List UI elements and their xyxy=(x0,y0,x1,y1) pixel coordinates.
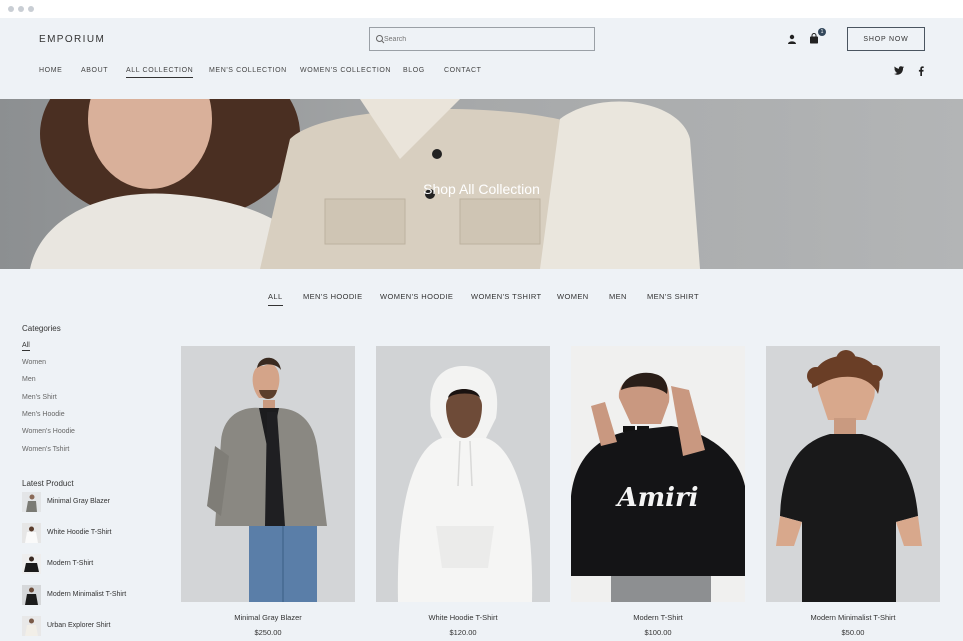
window-dot xyxy=(8,6,14,12)
latest-product-item[interactable]: Modern T-Shirt xyxy=(22,554,172,574)
product-image[interactable]: Amiri xyxy=(571,346,745,602)
product-image[interactable] xyxy=(766,346,940,602)
product-card[interactable]: Amiri Modern T-Shirt $100.00 xyxy=(571,346,745,637)
category-womens-tshirt[interactable]: Women's Tshirt xyxy=(22,446,69,453)
site-logo[interactable]: EMPORIUM xyxy=(39,34,105,45)
category-all[interactable]: All xyxy=(22,342,30,351)
product-card[interactable]: White Hoodie T-Shirt $120.00 xyxy=(376,346,550,637)
category-mens-hoodie[interactable]: Men's Hoodie xyxy=(22,411,65,418)
window-dot xyxy=(28,6,34,12)
product-thumbnail xyxy=(22,492,41,512)
product-card[interactable]: Minimal Gray Blazer $250.00 xyxy=(181,346,355,637)
nav-home[interactable]: HOME xyxy=(39,67,62,74)
product-price: $100.00 xyxy=(644,628,672,637)
product-thumbnail xyxy=(22,554,41,574)
category-womens-hoodie[interactable]: Women's Hoodie xyxy=(22,428,75,435)
hero-banner: Shop All Collection xyxy=(0,99,963,269)
category-mens-shirt[interactable]: Men's Shirt xyxy=(22,394,57,401)
product-price: $120.00 xyxy=(449,628,477,637)
filter-mens-shirt[interactable]: MEN'S SHIRT xyxy=(647,292,699,301)
site-header: EMPORIUM 1 SHOP NOW HOME ABOUT ALL COLLE… xyxy=(0,18,963,99)
nav-blog[interactable]: BLOG xyxy=(403,67,425,74)
product-image[interactable] xyxy=(181,346,355,602)
filter-mens-hoodie[interactable]: MEN'S HOODIE xyxy=(303,292,363,301)
product-price: $250.00 xyxy=(254,628,282,637)
product-thumbnail xyxy=(22,585,41,605)
product-name[interactable]: Modern Minimalist T-Shirt xyxy=(766,613,940,622)
latest-product-item[interactable]: Minimal Gray Blazer xyxy=(22,492,172,512)
nav-contact[interactable]: CONTACT xyxy=(444,67,482,74)
search-box[interactable] xyxy=(369,27,595,51)
window-dot xyxy=(18,6,24,12)
category-men[interactable]: Men xyxy=(22,376,36,383)
hero-title: Shop All Collection xyxy=(423,181,540,197)
sidebar: Categories All Women Men Men's Shirt Men… xyxy=(22,324,172,636)
latest-product-name: White Hoodie T-Shirt xyxy=(47,529,112,536)
twitter-icon[interactable] xyxy=(894,66,904,75)
latest-product-item[interactable]: White Hoodie T-Shirt xyxy=(22,523,172,543)
filter-women[interactable]: WOMEN xyxy=(557,292,589,301)
filter-men[interactable]: MEN xyxy=(609,292,627,301)
product-thumbnail xyxy=(22,523,41,543)
filter-womens-tshirt[interactable]: WOMEN'S TSHIRT xyxy=(471,292,542,301)
search-input[interactable] xyxy=(384,30,589,48)
facebook-icon[interactable] xyxy=(918,66,924,76)
product-name[interactable]: Minimal Gray Blazer xyxy=(181,613,355,622)
window-chrome xyxy=(0,0,963,18)
shopping-bag-icon[interactable] xyxy=(809,33,819,44)
nav-about[interactable]: ABOUT xyxy=(81,67,108,74)
product-image[interactable] xyxy=(376,346,550,602)
product-name[interactable]: Modern T-Shirt xyxy=(571,613,745,622)
latest-product-heading: Latest Product xyxy=(22,479,74,488)
latest-product-name: Urban Explorer Shirt xyxy=(47,622,111,629)
filter-womens-hoodie[interactable]: WOMEN'S HOODIE xyxy=(380,292,453,301)
cart-count-badge: 1 xyxy=(818,28,826,36)
latest-product-name: Minimal Gray Blazer xyxy=(47,498,111,505)
category-women[interactable]: Women xyxy=(22,359,46,366)
user-icon[interactable] xyxy=(787,34,797,44)
latest-product-name: Modern T-Shirt xyxy=(47,560,94,567)
filter-all[interactable]: ALL xyxy=(268,292,283,306)
nav-womens-collection[interactable]: WOMEN'S COLLECTION xyxy=(300,67,391,74)
product-thumbnail xyxy=(22,616,41,636)
latest-product-item[interactable]: Urban Explorer Shirt xyxy=(22,616,172,636)
shop-now-button[interactable]: SHOP NOW xyxy=(847,27,925,51)
nav-mens-collection[interactable]: MEN'S COLLECTION xyxy=(209,67,287,74)
categories-heading: Categories xyxy=(22,324,61,333)
product-name[interactable]: White Hoodie T-Shirt xyxy=(376,613,550,622)
product-card[interactable]: Modern Minimalist T-Shirt $50.00 xyxy=(766,346,940,637)
collection-filter-tabs: ALL MEN'S HOODIE WOMEN'S HOODIE WOMEN'S … xyxy=(0,292,963,308)
nav-all-collection[interactable]: ALL COLLECTION xyxy=(126,67,194,78)
svg-text:Amiri: Amiri xyxy=(614,483,698,513)
product-price: $50.00 xyxy=(841,628,865,637)
latest-product-item[interactable]: Modern Minimalist T-Shirt xyxy=(22,585,172,605)
latest-product-name: Modern Minimalist T-Shirt xyxy=(47,591,127,598)
